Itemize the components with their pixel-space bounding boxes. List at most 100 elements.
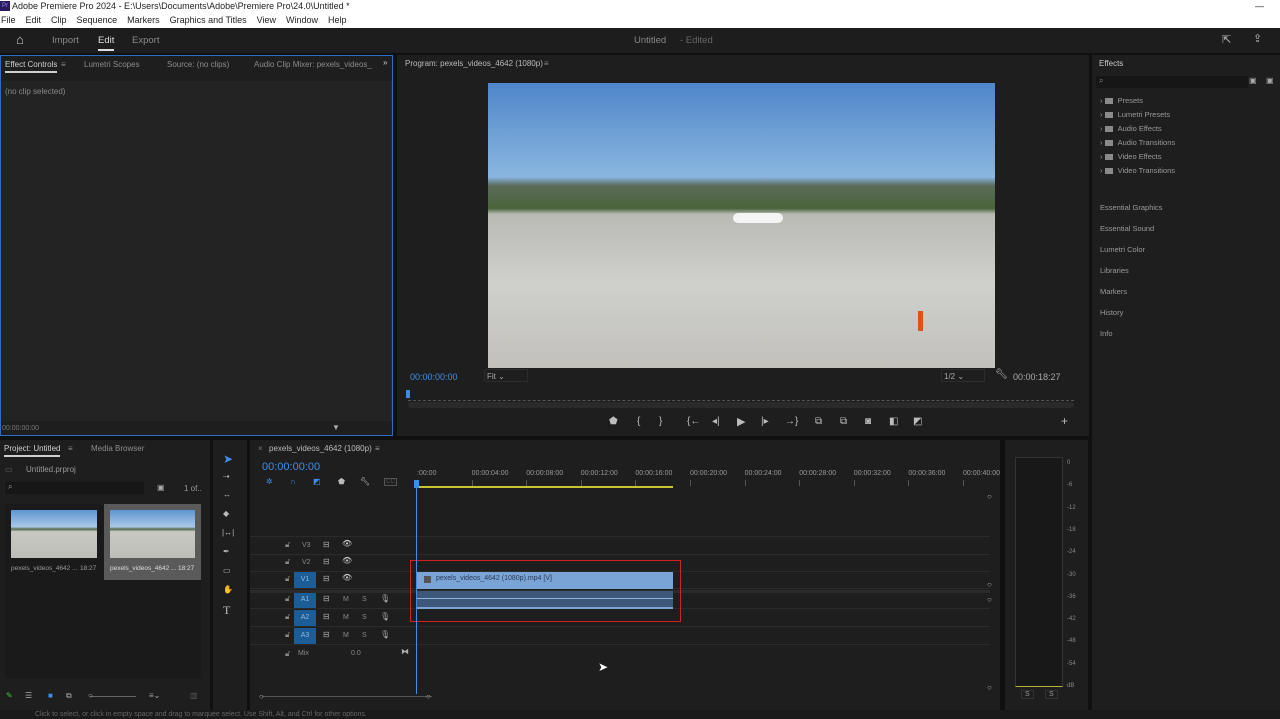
eye-icon[interactable]: 👁︎ [342, 573, 352, 582]
razor-icon[interactable]: ◆ [223, 509, 229, 518]
add-marker-icon[interactable]: ⬟ [609, 416, 618, 427]
solo-left-button[interactable]: S [1021, 690, 1034, 699]
timeline-settings-icon[interactable]: 🔧︎ [360, 477, 370, 486]
captions-icon[interactable]: CC [384, 478, 397, 486]
filter-icon[interactable]: ▼ [332, 423, 340, 432]
vertical-scroll-top[interactable]: ○ [987, 492, 992, 501]
mix-end-icon[interactable]: ⧓ [401, 647, 409, 656]
horizontal-scrollbar[interactable] [262, 696, 432, 697]
tab-import[interactable]: Import [52, 35, 79, 46]
menu-file[interactable]: File [1, 13, 16, 28]
scroll-left-handle[interactable]: ○ [259, 692, 264, 701]
solo-button[interactable]: S [362, 596, 367, 603]
resolution-dropdown[interactable]: 1/2 ⌄ [941, 369, 985, 382]
new-search-bin-icon[interactable]: ▣ [157, 483, 165, 492]
folder-presets[interactable]: › Presets [1100, 96, 1143, 105]
step-forward-icon[interactable]: |▸ [761, 416, 769, 427]
fit-dropdown[interactable]: Fit ⌄ [484, 369, 528, 382]
hand-icon[interactable]: ✋ [223, 585, 233, 594]
project-search[interactable]: ⌕ [5, 482, 144, 494]
panel-essential-graphics[interactable]: Essential Graphics [1100, 203, 1163, 212]
eye-icon[interactable]: 👁︎ [342, 539, 352, 548]
track-lock-icon[interactable]: 🔓︎ [285, 630, 290, 640]
sync-lock-icon[interactable]: ⊟ [323, 594, 330, 603]
video-frame[interactable] [488, 83, 995, 368]
play-button[interactable]: ▶ [737, 415, 745, 428]
zoom-slider[interactable] [90, 696, 136, 697]
step-back-icon[interactable]: ◂| [712, 416, 720, 427]
sync-lock-icon[interactable]: ⊟ [323, 574, 330, 583]
playhead-line[interactable] [416, 482, 417, 694]
minimize-button[interactable]: — [1255, 0, 1264, 12]
pencil-icon[interactable]: ✎ [6, 691, 13, 700]
timeline-timecode[interactable]: 00:00:00:00 [262, 461, 320, 473]
microphone-icon[interactable]: 🎙︎ [380, 594, 390, 603]
panel-lumetri-color[interactable]: Lumetri Color [1100, 245, 1145, 254]
menu-graphics[interactable]: Graphics and Titles [170, 13, 247, 28]
work-area-bar[interactable] [417, 486, 673, 488]
eye-icon[interactable]: 👁︎ [342, 556, 352, 565]
zoom-slider-handle[interactable]: ○ [88, 691, 93, 700]
sync-lock-icon[interactable]: ⊟ [323, 557, 330, 566]
microphone-icon[interactable]: 🎙︎ [380, 612, 390, 621]
sequence-menu-icon[interactable]: ≡ [375, 444, 380, 453]
fullscreen-icon[interactable]: ⇪ [1253, 32, 1262, 45]
playhead[interactable] [414, 480, 419, 488]
panel-info[interactable]: Info [1100, 329, 1113, 338]
panel-libraries[interactable]: Libraries [1100, 266, 1129, 275]
menu-markers[interactable]: Markers [127, 13, 160, 28]
track-target-A2[interactable]: A2 [294, 610, 316, 626]
menu-view[interactable]: View [257, 13, 276, 28]
type-tool-icon[interactable]: T [223, 603, 230, 618]
track-lock-icon[interactable]: 🔓︎ [285, 557, 290, 567]
track-label-V2[interactable]: V2 [302, 559, 311, 566]
mute-button[interactable]: M [343, 614, 349, 621]
extract-icon[interactable]: ⧉ [840, 416, 847, 427]
menu-clip[interactable]: Clip [51, 13, 67, 28]
home-icon[interactable]: ⌂ [16, 32, 24, 47]
pen-icon[interactable]: ✒ [223, 547, 230, 556]
solo-right-button[interactable]: S [1045, 690, 1058, 699]
project-item[interactable]: pexels_videos_4642 ... 18:27 [8, 507, 100, 577]
button-editor-icon[interactable]: + [1061, 414, 1068, 428]
proxy-toggle-icon[interactable]: ◩ [913, 416, 922, 427]
tab-export[interactable]: Export [132, 35, 159, 46]
nest-icon[interactable]: ✲ [266, 477, 273, 486]
solo-button[interactable]: S [362, 632, 367, 639]
folder-audio-effects[interactable]: › Audio Effects [1100, 124, 1162, 133]
freeform-view-icon[interactable]: ⧉ [66, 691, 72, 701]
go-to-in-icon[interactable]: {← [687, 416, 700, 427]
track-lock-icon[interactable]: 🔓︎ [285, 540, 290, 550]
tab-edit[interactable]: Edit [98, 35, 115, 51]
sort-icon[interactable]: ≡⌄ [149, 691, 160, 700]
folder-video-transitions[interactable]: › Video Transitions [1100, 166, 1175, 175]
mix-value[interactable]: 0.0 [351, 650, 361, 657]
linked-selection-icon[interactable]: ◩ [313, 477, 321, 486]
mark-out-icon[interactable]: } [659, 416, 662, 427]
track-label-V3[interactable]: V3 [302, 542, 311, 549]
program-ruler[interactable] [408, 393, 1074, 401]
track-target-V1[interactable]: V1 [294, 572, 316, 588]
tab-effect-controls[interactable]: Effect Controls [5, 60, 58, 73]
sync-lock-icon[interactable]: ⊟ [323, 630, 330, 639]
solo-button[interactable]: S [362, 614, 367, 621]
wrench-icon[interactable]: 🔧︎ [995, 369, 1008, 380]
panel-history[interactable]: History [1100, 308, 1123, 317]
scroll-right-handle[interactable]: ○ [426, 692, 431, 701]
track-lock-icon[interactable]: 🔓︎ [285, 574, 290, 584]
menu-window[interactable]: Window [286, 13, 318, 28]
track-lock-icon[interactable]: 🔓︎ [285, 612, 290, 622]
track-lock-icon[interactable]: 🔓︎ [285, 594, 290, 604]
vertical-scroll-audio[interactable]: ○ [987, 595, 992, 604]
tab-source[interactable]: Source: (no clips) [167, 60, 229, 69]
zoom-scrollbar[interactable] [408, 402, 1074, 408]
comparison-view-icon[interactable]: ◧ [889, 416, 898, 427]
mute-button[interactable]: M [343, 596, 349, 603]
menu-sequence[interactable]: Sequence [77, 13, 118, 28]
selection-tool-icon[interactable]: ➤ [223, 452, 233, 466]
track-select-icon[interactable]: ⇢ [223, 472, 230, 481]
sync-lock-icon[interactable]: ⊟ [323, 612, 330, 621]
slip-icon[interactable]: |↔| [222, 528, 234, 537]
vertical-scroll-mid[interactable]: ○ [987, 580, 992, 589]
ripple-edit-icon[interactable]: ↔ [223, 490, 231, 499]
